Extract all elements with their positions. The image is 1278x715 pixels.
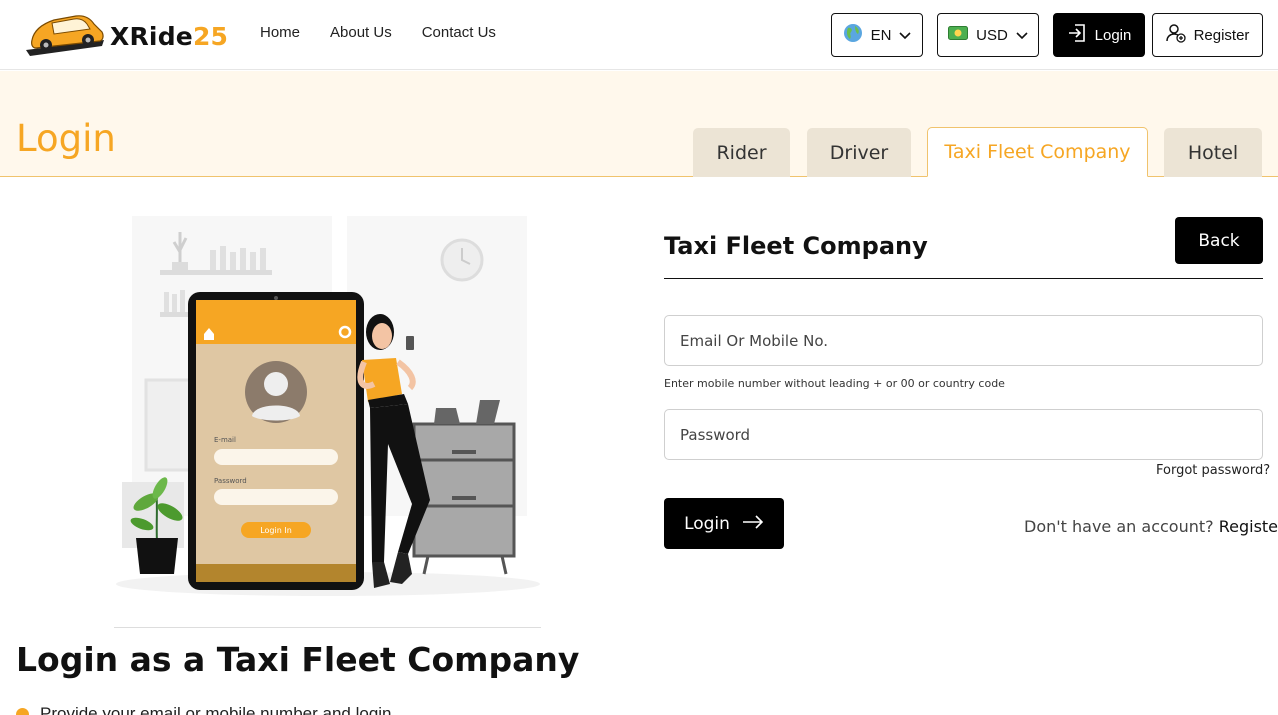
- back-button[interactable]: Back: [1175, 217, 1263, 264]
- form-title: Taxi Fleet Company: [664, 232, 928, 260]
- tab-hotel[interactable]: Hotel: [1164, 128, 1262, 177]
- brand-name: XRide25: [110, 22, 229, 51]
- forgot-password-link[interactable]: Forgot password?: [1156, 463, 1270, 478]
- nav-contact-us[interactable]: Contact Us: [422, 24, 496, 41]
- email-field[interactable]: [664, 315, 1263, 366]
- left-heading: Login as a Taxi Fleet Company: [16, 640, 580, 679]
- site-header: XRide25 Home About Us Contact Us EN USD …: [0, 0, 1278, 70]
- globe-icon: [843, 23, 863, 47]
- header-login-label: Login: [1094, 26, 1132, 44]
- money-icon: [948, 26, 969, 44]
- bullet-dot: [16, 708, 29, 715]
- page-title: Login: [16, 117, 116, 160]
- brand-logo[interactable]: XRide25: [24, 10, 228, 63]
- sign-in-icon: [1067, 23, 1087, 47]
- page-banner: Login Rider Driver Taxi Fleet Company Ho…: [0, 71, 1278, 177]
- arrow-right-icon: [742, 514, 764, 534]
- password-field[interactable]: [664, 409, 1263, 460]
- chevron-down-icon: [1016, 27, 1028, 44]
- main-nav: Home About Us Contact Us: [260, 24, 496, 41]
- car-logo-icon: [24, 10, 106, 63]
- login-button-label: Login: [684, 513, 730, 534]
- login-button[interactable]: Login: [664, 498, 784, 549]
- email-hint: Enter mobile number without leading + or…: [664, 377, 1005, 390]
- login-illustration: E-mail Password Login In: [112, 212, 544, 602]
- currency-label: USD: [976, 26, 1008, 44]
- header-register-button[interactable]: Register: [1152, 13, 1263, 57]
- language-label: EN: [870, 26, 892, 44]
- nav-home[interactable]: Home: [260, 24, 300, 41]
- register-prompt: Don't have an account? Register: [1024, 517, 1278, 536]
- language-selector[interactable]: EN: [831, 13, 923, 57]
- tab-taxi-fleet-company[interactable]: Taxi Fleet Company: [927, 127, 1148, 177]
- no-account-text: Don't have an account?: [1024, 517, 1214, 536]
- tab-driver[interactable]: Driver: [807, 128, 911, 177]
- nav-about-us[interactable]: About Us: [330, 24, 392, 41]
- tab-rider[interactable]: Rider: [693, 128, 790, 177]
- register-link[interactable]: Register: [1219, 517, 1278, 536]
- currency-selector[interactable]: USD: [937, 13, 1039, 57]
- left-divider: [114, 627, 541, 628]
- phone-password-label: Password: [214, 477, 247, 485]
- bullet-text: Provide your email or mobile number and …: [40, 704, 392, 715]
- chevron-down-icon: [899, 27, 911, 44]
- header-login-button[interactable]: Login: [1053, 13, 1145, 57]
- header-register-label: Register: [1193, 26, 1250, 44]
- phone-login-button-label: Login In: [260, 526, 292, 535]
- form-divider: [664, 278, 1263, 279]
- user-add-icon: [1165, 23, 1186, 47]
- phone-email-label: E-mail: [214, 436, 236, 444]
